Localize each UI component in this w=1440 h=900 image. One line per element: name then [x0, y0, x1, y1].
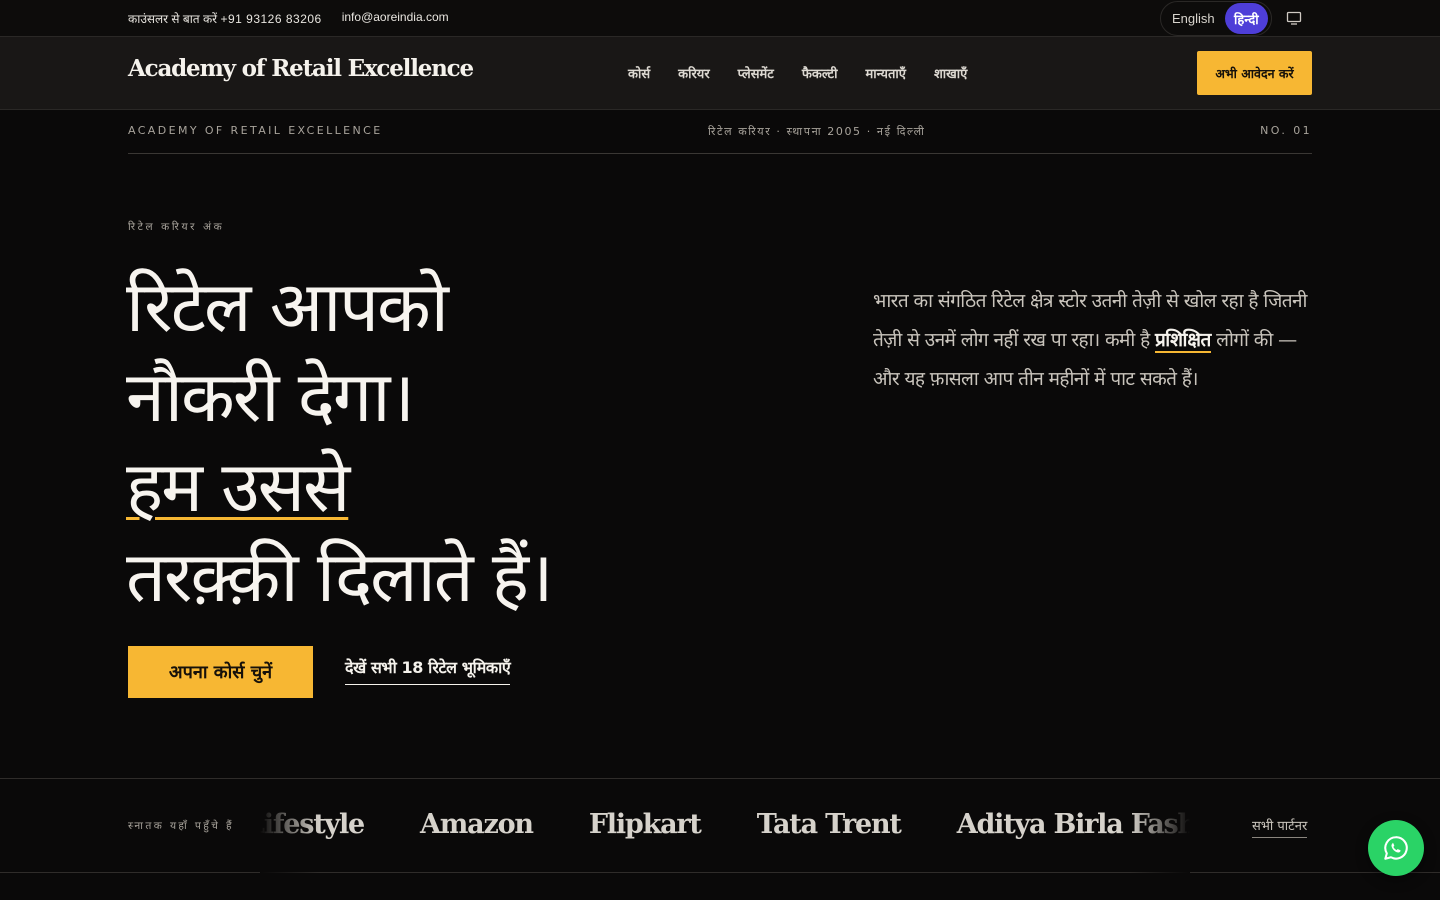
nav-item-career[interactable]: करियर [678, 64, 710, 82]
hero-description: भारत का संगठित रिटेल क्षेत्र स्टोर उतनी … [873, 282, 1318, 399]
nav-item-courses[interactable]: कोर्स [628, 64, 650, 82]
lang-english-option[interactable]: English [1172, 11, 1215, 26]
hero-headline-line-3: हम उससे [126, 446, 350, 528]
phone-number: +91 93126 83206 [220, 12, 322, 26]
phone-label: काउंसलर से बात करें [128, 12, 218, 26]
nav-item-branches[interactable]: शाखाएँ [934, 64, 967, 82]
masthead-brand: ACADEMY OF RETAIL EXCELLENCE [128, 124, 383, 137]
hero-headline-line-1: रिटेल आपको [126, 266, 449, 348]
hero-description-highlight: प्रशिक्षित [1155, 329, 1211, 353]
email-link[interactable]: info@aoreindia.com [342, 10, 449, 27]
partner-logo-amazon: Amazon [420, 809, 534, 840]
hero-eyebrow: रिटेल करियर अंक [128, 221, 225, 233]
nav-item-accreditations[interactable]: मान्यताएँ [865, 64, 905, 82]
lang-hindi-option[interactable]: हिन्दी [1224, 3, 1268, 34]
nav-item-placement[interactable]: प्लेसमेंट [738, 64, 774, 82]
language-switcher: English हिन्दी [1160, 1, 1272, 36]
whatsapp-icon [1384, 836, 1408, 860]
masthead-strip: ACADEMY OF RETAIL EXCELLENCE रिटेल करियर… [128, 110, 1312, 154]
partners-label: स्नातक यहाँ पहुँचे हैं [128, 820, 234, 832]
partners-marquee: Lifestyle Amazon Flipkart Tata Trent Adi… [260, 779, 1190, 874]
masthead-issue-number: NO. 01 [1260, 124, 1312, 137]
view-all-roles-link[interactable]: देखें सभी 18 रिटेल भूमिकाएँ [345, 656, 511, 685]
partner-logo-flipkart: Flipkart [588, 809, 702, 840]
hero-headline-line-4: तरक़्क़ी दिलाते हैं। [126, 536, 554, 618]
whatsapp-button[interactable] [1368, 820, 1424, 876]
partners-strip: स्नातक यहाँ पहुँचे हैं Lifestyle Amazon … [0, 778, 1440, 874]
hero-headline: रिटेल आपको नौकरी देगा। हम उससे तरक़्क़ी … [126, 262, 806, 622]
main-navbar: Academy of Retail Excellence कोर्स करियर… [0, 37, 1440, 110]
masthead-tagline: रिटेल करियर · स्थापना 2005 · नई दिल्ली [708, 125, 926, 138]
marquee-fade-right [1130, 779, 1190, 874]
contact-info: काउंसलर से बात करें +91 93126 83206 info… [128, 10, 449, 27]
top-utility-bar: काउंसलर से बात करें +91 93126 83206 info… [0, 0, 1440, 37]
monitor-icon[interactable] [1286, 10, 1302, 26]
nav-item-faculty[interactable]: फैकल्टी [802, 64, 838, 82]
choose-course-button[interactable]: अपना कोर्स चुनें [128, 646, 313, 698]
marquee-fade-left [260, 779, 320, 874]
primary-nav: कोर्स करियर प्लेसमेंट फैकल्टी मान्यताएँ … [628, 64, 995, 82]
site-logo[interactable]: Academy of Retail Excellence [128, 55, 474, 82]
all-partners-link[interactable]: सभी पार्टनर [1252, 816, 1308, 838]
hero-headline-line-2: नौकरी देगा। [126, 356, 415, 438]
partners-track: Lifestyle Amazon Flipkart Tata Trent Adi… [260, 809, 1190, 840]
apply-now-button[interactable]: अभी आवेदन करें [1197, 51, 1312, 95]
partner-logo-tata-trent: Tata Trent [756, 809, 902, 840]
phone-link[interactable]: काउंसलर से बात करें +91 93126 83206 [128, 10, 322, 27]
